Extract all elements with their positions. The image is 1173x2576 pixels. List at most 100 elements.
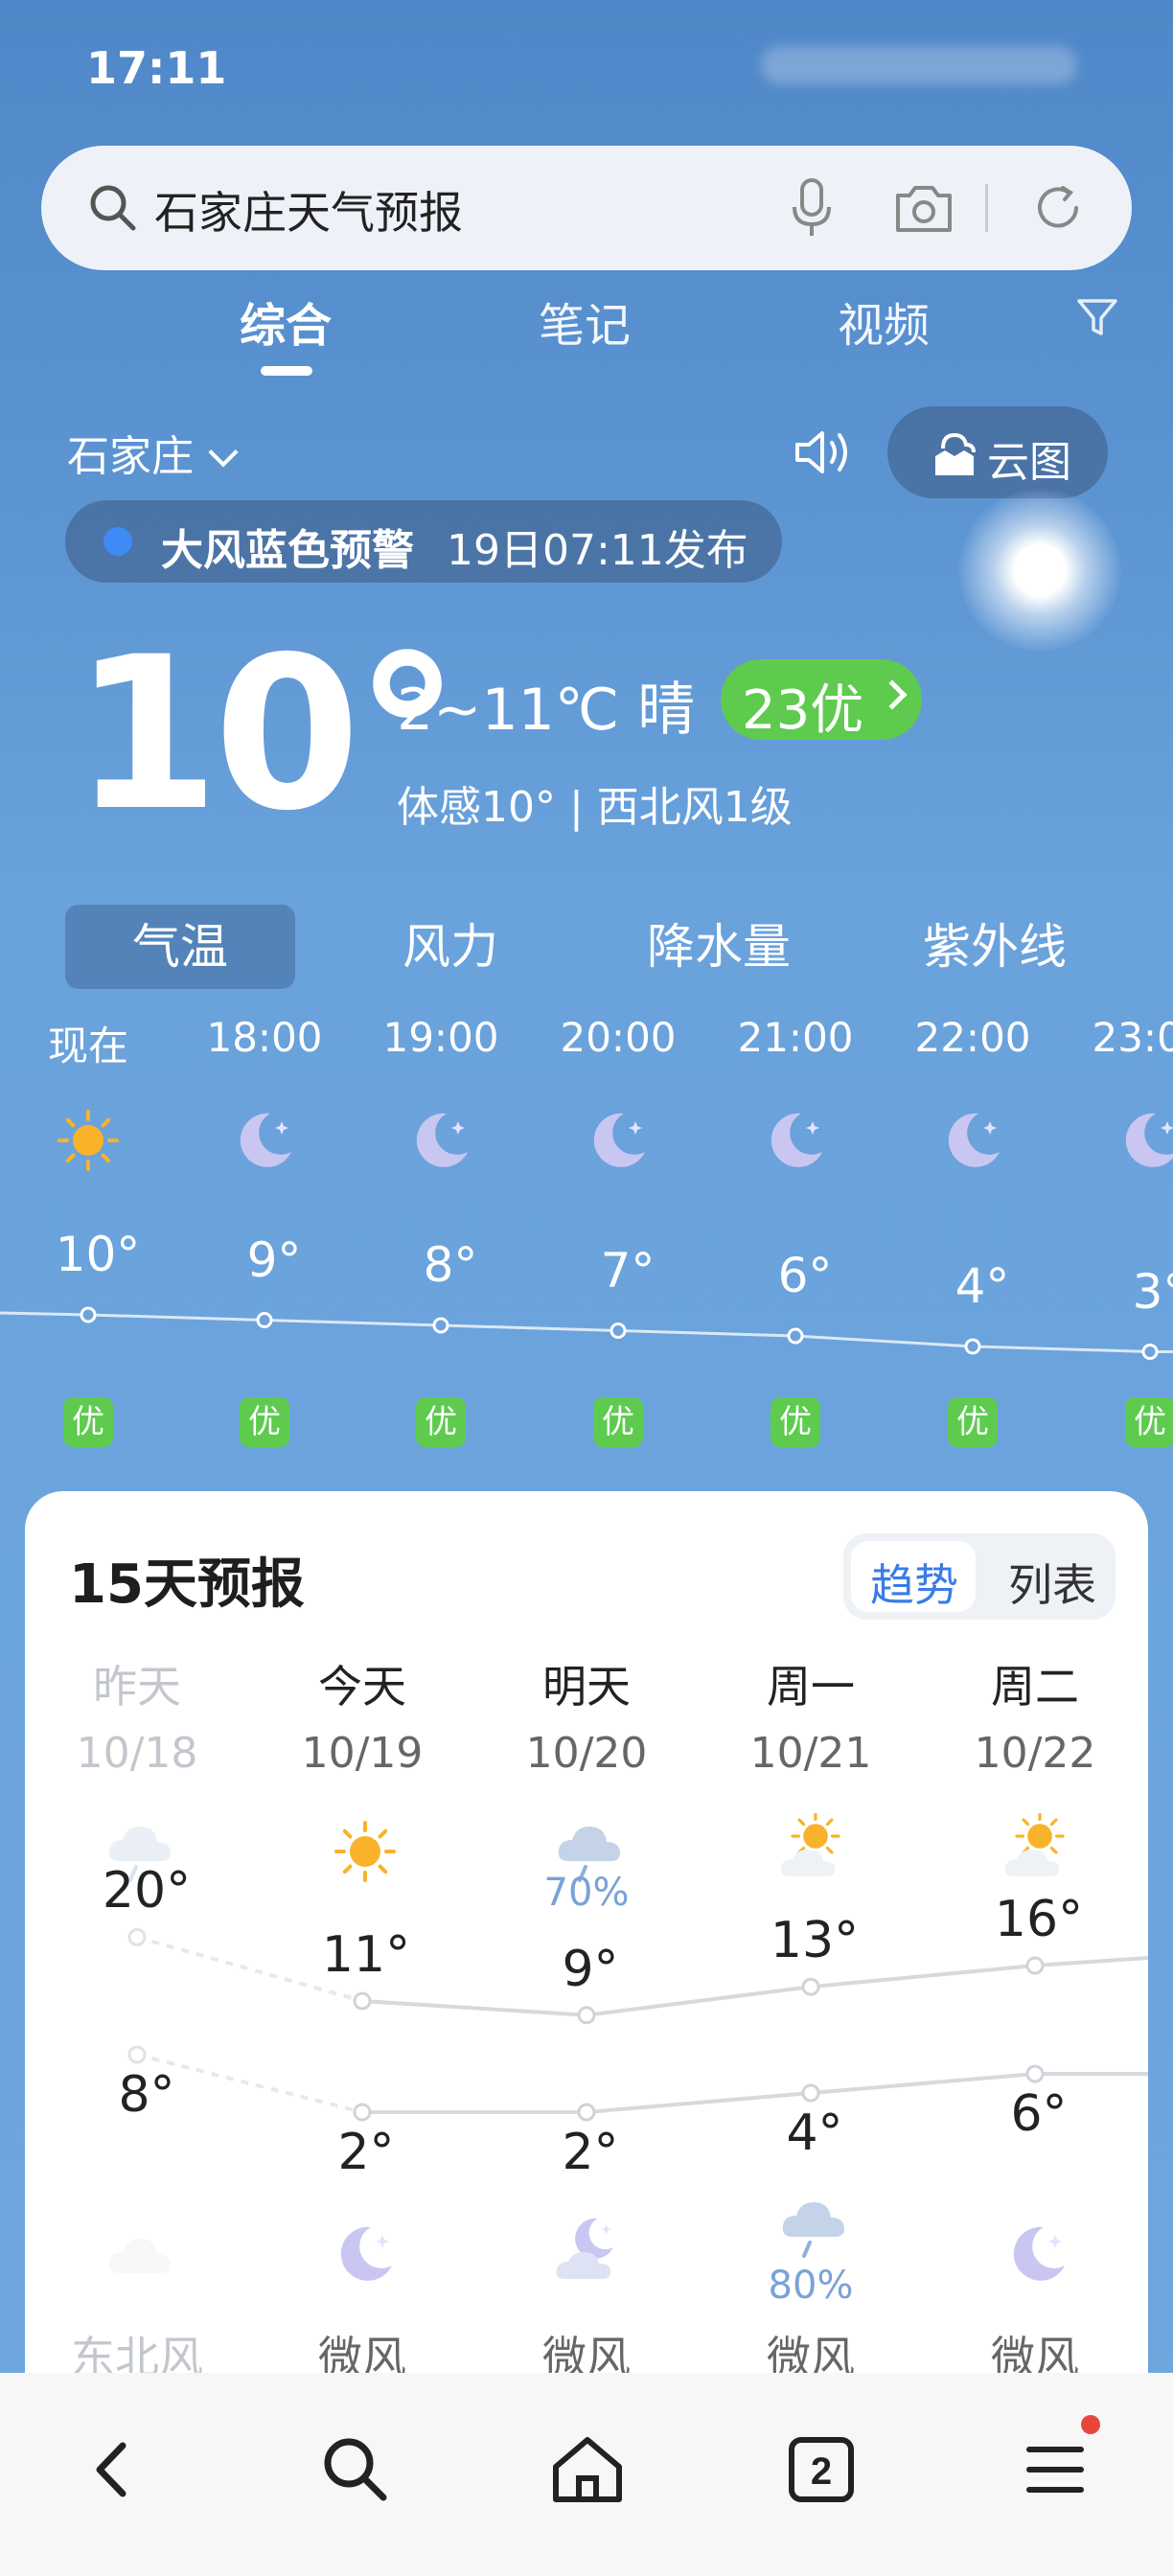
moon-icon <box>770 1113 822 1167</box>
search-icon <box>90 185 136 231</box>
microphone-icon[interactable] <box>783 174 840 242</box>
tab-notes[interactable]: 笔记 <box>539 288 631 355</box>
metric-tab-label: 降水量 <box>647 919 791 975</box>
day-name: 周一 <box>767 1661 855 1713</box>
hourly-aqi-badge: 优 <box>416 1397 466 1447</box>
weather-warning[interactable]: 大风蓝色预警 19日07:11发布 <box>65 500 782 583</box>
hourly-temp-label: 6° <box>777 1248 833 1303</box>
hourly-temp-label: 4° <box>954 1258 1010 1314</box>
city-selector[interactable]: 石家庄 <box>67 422 239 483</box>
hourly-aqi-badge: 优 <box>240 1397 289 1447</box>
cloud-rain-icon <box>782 2202 844 2258</box>
low-temp-label: 2° <box>337 2124 395 2181</box>
hourly-temp-line <box>0 1311 1173 1353</box>
back-icon[interactable] <box>71 2426 157 2513</box>
tabs-button[interactable]: 2 <box>778 2426 864 2513</box>
forecast-day-column[interactable]: 明天 10/20 <box>481 1652 692 1778</box>
hourly-time: 22:00 <box>914 1014 1031 1061</box>
high-temp-label: 9° <box>562 1940 619 1998</box>
cloud-map-button[interactable]: 云图 <box>887 406 1108 498</box>
hourly-aqi-badge: 优 <box>770 1397 820 1447</box>
search-icon[interactable] <box>312 2426 399 2513</box>
moon-icon <box>593 1113 645 1167</box>
hourly-temp-point <box>787 1327 804 1345</box>
refresh-icon[interactable] <box>1028 178 1088 238</box>
speaker-icon[interactable] <box>792 424 855 481</box>
forecast-day-column[interactable]: 周一 10/21 <box>705 1652 916 1778</box>
day-date: 10/22 <box>974 1729 1096 1778</box>
high-temp-point <box>353 1991 372 2011</box>
chevron-right-icon <box>877 679 908 710</box>
tab-video[interactable]: 视频 <box>838 288 930 355</box>
temperature-range-condition: 2~11℃ 晴 <box>397 677 696 744</box>
hourly-temp-point <box>256 1312 273 1328</box>
forecast-day-column[interactable]: 周二 10/22 <box>930 1652 1140 1778</box>
hourly-temperature-line <box>0 1306 1173 1360</box>
status-icons <box>761 46 1077 84</box>
metric-tab-temperature[interactable]: 气温 <box>65 905 295 989</box>
day-name: 今天 <box>318 1661 406 1713</box>
home-icon[interactable] <box>544 2426 631 2513</box>
low-temp-label: 8° <box>118 2066 175 2124</box>
tab-comprehensive[interactable]: 综合 <box>240 288 332 355</box>
forecast-title: 15天预报 <box>69 1553 305 1616</box>
filter-icon[interactable] <box>1073 293 1121 341</box>
menu-icon[interactable] <box>1014 2426 1100 2513</box>
day-name: 明天 <box>542 1661 631 1713</box>
metric-tab-label: 气温 <box>132 919 228 975</box>
night-precip-probability: 80% <box>768 2264 854 2308</box>
city-name: 石家庄 <box>67 432 194 481</box>
hourly-temp-label: 10° <box>55 1227 141 1282</box>
hourly-temp-label: 8° <box>423 1237 478 1293</box>
sun-icon <box>58 1110 119 1171</box>
cloud-icon <box>108 2239 171 2273</box>
metric-tab-uv[interactable]: 紫外线 <box>908 905 1081 989</box>
warning-title: 大风蓝色预警 <box>161 526 414 575</box>
low-temp-point <box>1025 2064 1045 2083</box>
day-date: 10/19 <box>301 1729 424 1778</box>
moon-icon <box>340 2226 392 2281</box>
hourly-temp-label: 3° <box>1132 1263 1173 1320</box>
hourly-aqi-badge: 优 <box>948 1397 998 1447</box>
cloud-map-label: 云图 <box>987 438 1071 487</box>
moon-icon <box>416 1113 468 1167</box>
forecast-day-column[interactable]: 昨天 10/18 <box>32 1652 242 1778</box>
metric-tab-label: 紫外线 <box>923 919 1067 975</box>
search-bar[interactable]: 石家庄天气预报 <box>41 146 1132 270</box>
search-separator <box>985 184 988 232</box>
moon-icon <box>1125 1113 1173 1167</box>
chevron-down-icon <box>208 437 239 468</box>
search-input[interactable]: 石家庄天气预报 <box>154 178 463 242</box>
camera-icon[interactable] <box>890 176 957 240</box>
day-precip-probability: 70% <box>543 1871 630 1915</box>
low-temp-point <box>577 2103 596 2122</box>
hourly-temp-label: 7° <box>600 1242 656 1299</box>
hourly-forecast[interactable]: 现在 10° 优 18:00 9° 优 19:00 8° 优 20:00 7° 优 21:00 6° 优 22… <box>0 1006 1173 1466</box>
hourly-time: 21:00 <box>737 1014 854 1061</box>
sun-cloud-icon <box>1004 1813 1065 1876</box>
aqi-badge[interactable]: 23优 <box>721 659 922 742</box>
low-temp-point <box>353 2103 372 2122</box>
hourly-aqi-badge: 优 <box>1125 1397 1173 1447</box>
high-temp-point <box>801 1977 820 1996</box>
metric-tab-wind[interactable]: 风力 <box>374 905 527 989</box>
low-temp-label: 2° <box>562 2124 619 2181</box>
bottom-navigation: 2 <box>0 2373 1173 2576</box>
low-temp-label: 4° <box>786 2104 843 2162</box>
forecast-day-column[interactable]: 今天 10/19 <box>257 1652 468 1778</box>
warning-dot <box>104 527 132 556</box>
low-temp-point <box>127 2045 147 2064</box>
metric-tab-precipitation[interactable]: 降水量 <box>632 905 805 989</box>
list-view-button[interactable]: 列表 <box>1008 1551 1096 1614</box>
cloud-map-icon <box>935 432 976 475</box>
tabs-icon: 2 <box>789 2437 854 2502</box>
result-tabs: 综合 笔记 视频 <box>0 288 1173 383</box>
status-bar: 17:11 <box>0 0 1173 134</box>
high-temp-label: 16° <box>994 1891 1084 1948</box>
high-temp-point <box>127 1927 147 1946</box>
moon-icon <box>948 1113 1000 1167</box>
hourly-temp-point <box>432 1317 449 1334</box>
high-temp-label: 11° <box>321 1926 411 1984</box>
trend-view-button[interactable]: 趋势 <box>870 1551 958 1614</box>
tab-active-indicator <box>261 366 312 376</box>
